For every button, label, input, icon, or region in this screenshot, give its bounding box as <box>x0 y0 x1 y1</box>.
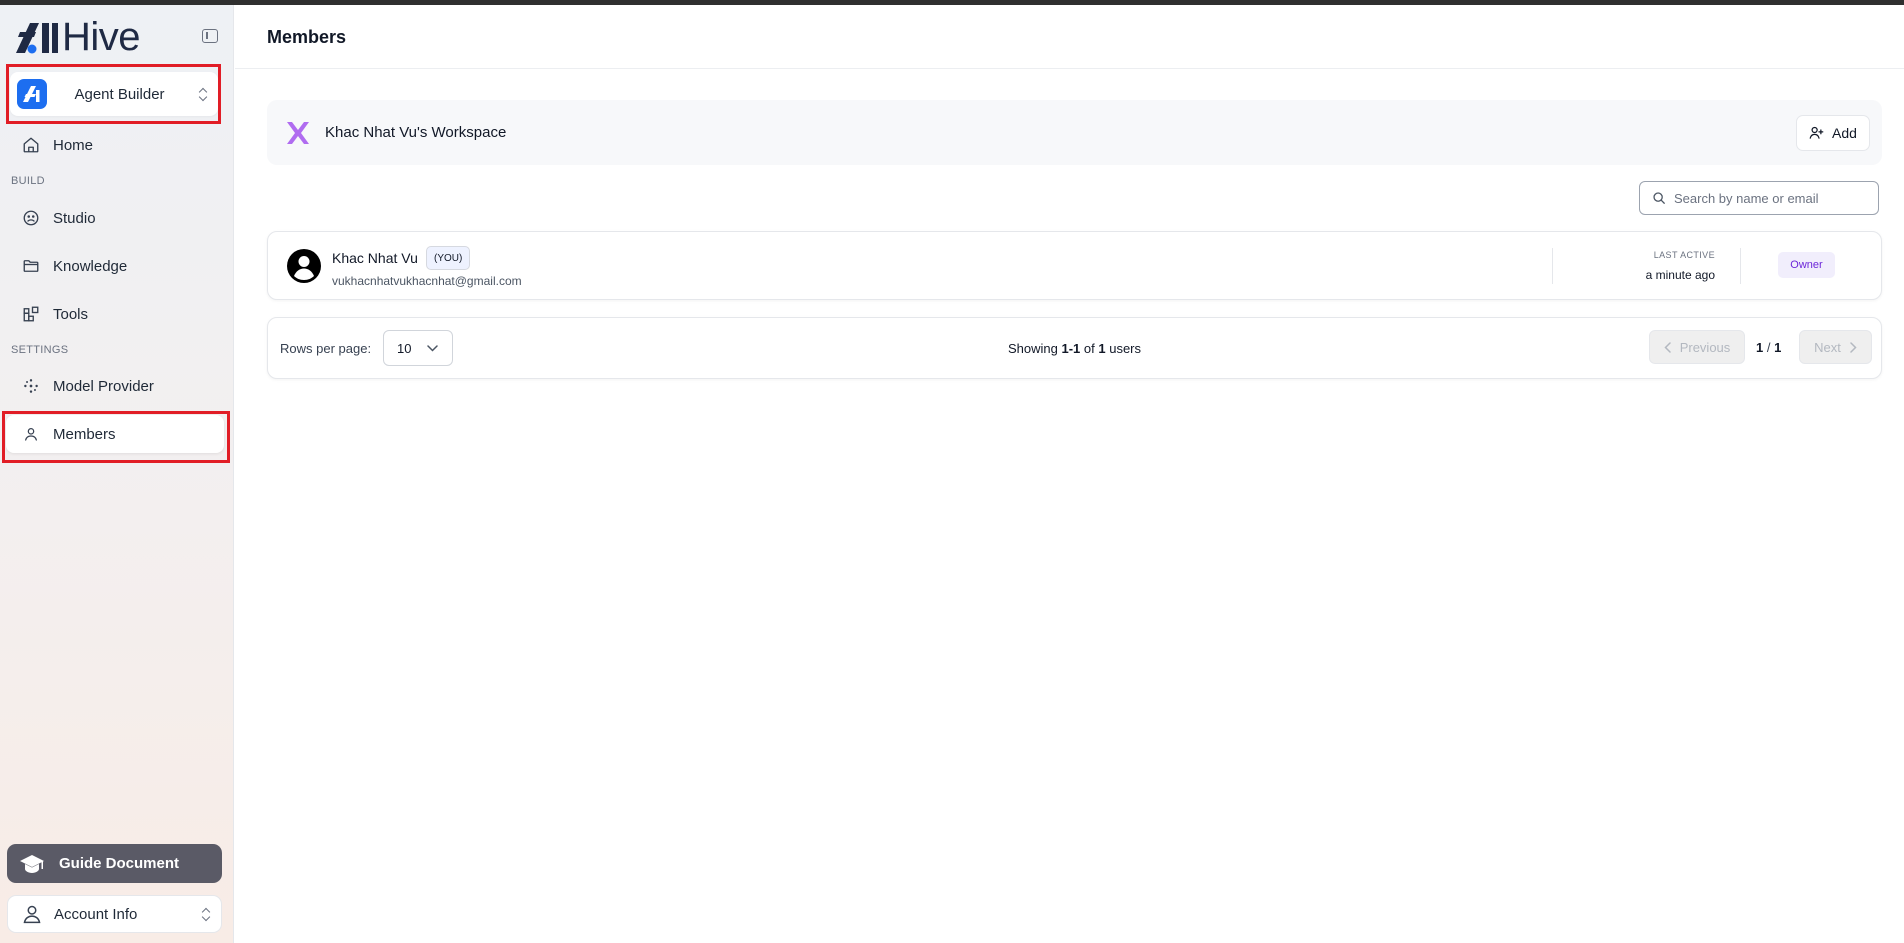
divider <box>1552 248 1553 284</box>
user-plus-icon <box>1809 125 1824 140</box>
home-icon <box>20 134 42 156</box>
add-member-button[interactable]: Add <box>1796 114 1870 151</box>
chevron-left-icon <box>1664 341 1671 353</box>
page-header: Members <box>235 5 1904 69</box>
showing-total: 1 <box>1098 341 1106 356</box>
app-switcher-label: Agent Builder <box>74 85 165 103</box>
member-email: vukhacnhatvukhacnhat@gmail.com <box>332 274 522 288</box>
page-indicator: 1 / 1 <box>1756 340 1781 355</box>
search-input[interactable] <box>1674 190 1864 206</box>
total-pages: 1 <box>1774 340 1782 355</box>
next-page-button[interactable]: Next <box>1799 330 1872 364</box>
account-info-label: Account Info <box>54 905 138 923</box>
guide-document-button[interactable]: Guide Document <box>7 844 222 883</box>
ai-logo-mark-icon <box>16 23 58 54</box>
user-icon <box>20 423 42 445</box>
last-active-label: LAST ACTIVE <box>1653 250 1715 260</box>
pagination-bar: Rows per page: 10 Showing 1-1 of 1 users… <box>267 317 1882 379</box>
section-label-settings: SETTINGS <box>11 344 69 356</box>
logo-text: Hive <box>62 15 141 59</box>
sidebar-item-label: Knowledge <box>53 257 128 275</box>
studio-face-icon <box>20 207 42 229</box>
member-row: Khac Nhat Vu (YOU) vukhacnhatvukhacnhat@… <box>267 231 1882 300</box>
page-title: Members <box>267 27 347 47</box>
workspace-card: Khac Nhat Vu's Workspace Add <box>267 100 1882 165</box>
sidebar-item-label: Members <box>53 425 116 443</box>
folder-icon <box>20 255 42 277</box>
divider <box>1740 248 1741 284</box>
previous-label: Previous <box>1679 339 1731 355</box>
last-active-value: a minute ago <box>1645 268 1715 282</box>
sidebar-item-members[interactable]: Members <box>6 415 224 453</box>
section-label-build: BUILD <box>11 175 45 187</box>
previous-page-button[interactable]: Previous <box>1649 330 1745 364</box>
workspace-logo-icon <box>285 120 311 146</box>
model-dots-icon <box>20 375 42 397</box>
member-name: Khac Nhat Vu <box>332 250 418 266</box>
sidebar-item-home[interactable]: Home <box>10 126 222 164</box>
current-page: 1 <box>1756 340 1764 355</box>
graduation-cap-icon <box>19 853 45 875</box>
sidebar-item-label: Home <box>53 136 94 154</box>
sidebar: Hive Agent Builder Home BUILD Studio Kno… <box>0 0 234 943</box>
add-member-label: Add <box>1832 124 1857 141</box>
account-user-icon <box>22 903 42 925</box>
sidebar-item-model-provider[interactable]: Model Provider <box>10 367 222 405</box>
chevron-up-down-icon <box>198 86 208 102</box>
account-info-button[interactable]: Account Info <box>7 895 222 933</box>
role-badge[interactable]: Owner <box>1778 252 1835 278</box>
agent-builder-logo-icon <box>17 79 47 109</box>
chevron-right-icon <box>1850 341 1857 353</box>
guide-document-label: Guide Document <box>59 855 180 872</box>
workspace-name: Khac Nhat Vu's Workspace <box>325 124 507 141</box>
showing-summary: Showing 1-1 of 1 users <box>268 341 1881 356</box>
chevron-up-down-icon <box>201 906 211 922</box>
page-separator: / <box>1766 340 1771 355</box>
sidebar-item-label: Tools <box>53 305 89 323</box>
search-icon <box>1652 191 1666 205</box>
sidebar-item-label: Studio <box>53 209 96 227</box>
next-label: Next <box>1814 339 1841 355</box>
window-top-bar <box>0 0 1904 5</box>
sidebar-item-tools[interactable]: Tools <box>10 295 222 333</box>
showing-range: 1-1 <box>1061 341 1081 356</box>
sidebar-toggle-icon[interactable] <box>202 29 218 43</box>
member-search[interactable] <box>1639 181 1879 215</box>
showing-of: of <box>1083 341 1095 356</box>
avatar-icon <box>287 249 321 283</box>
you-badge: (YOU) <box>426 246 471 270</box>
sidebar-item-label: Model Provider <box>53 377 154 395</box>
sidebar-item-knowledge[interactable]: Knowledge <box>10 247 222 285</box>
showing-prefix: Showing <box>1007 341 1058 356</box>
app-switcher[interactable]: Agent Builder <box>10 72 218 116</box>
sidebar-item-studio[interactable]: Studio <box>10 199 222 237</box>
tools-blocks-icon <box>20 303 42 325</box>
app-logo[interactable]: Hive <box>14 15 141 59</box>
showing-suffix: users <box>1109 341 1142 356</box>
